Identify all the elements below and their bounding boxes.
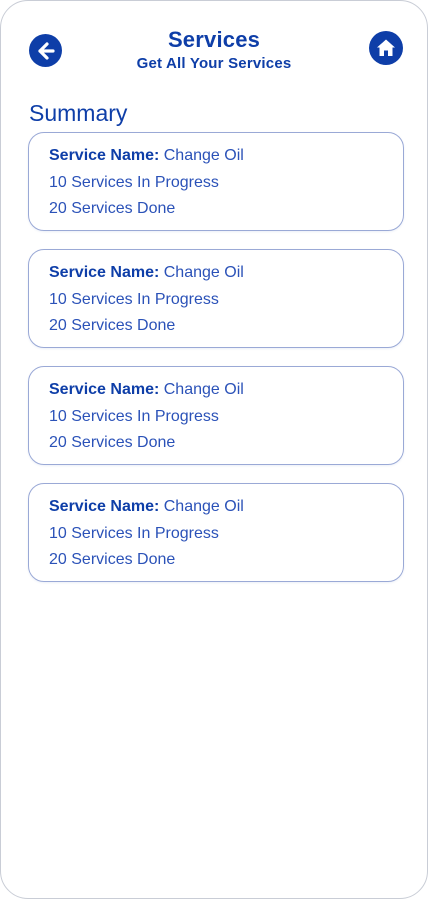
service-card[interactable]: Service Name: Change Oil 10 Services In … — [28, 132, 404, 231]
done-count: 20 Services Done — [49, 317, 176, 334]
page-subtitle: Get All Your Services — [136, 55, 292, 72]
in-progress-count: 10 Services In Progress — [49, 407, 219, 425]
service-name-label: Service Name: — [49, 498, 160, 515]
service-name-line: Service Name: Change Oil — [49, 143, 403, 170]
service-card[interactable]: Service Name: Change Oil 10 Services In … — [28, 249, 404, 348]
screen: Services Get All Your Services Summary S… — [0, 0, 428, 899]
service-name-value: Change Oil — [163, 264, 244, 281]
service-name-value: Change Oil — [163, 498, 244, 515]
in-progress-count: 10 Services In Progress — [49, 524, 219, 542]
summary-heading: Summary — [29, 100, 128, 126]
service-name-label: Service Name: — [49, 147, 160, 164]
service-card[interactable]: Service Name: Change Oil 10 Services In … — [28, 366, 404, 465]
service-name-line: Service Name: Change Oil — [49, 260, 403, 287]
done-count: 20 Services Done — [49, 200, 176, 217]
done-count: 20 Services Done — [49, 551, 176, 568]
page-title: Services — [167, 27, 261, 52]
service-card[interactable]: Service Name: Change Oil 10 Services In … — [28, 483, 404, 582]
service-name-value: Change Oil — [163, 381, 244, 398]
in-progress-count: 10 Services In Progress — [49, 290, 219, 308]
service-name-value: Change Oil — [163, 147, 244, 164]
service-name-line: Service Name: Change Oil — [49, 494, 403, 521]
header: Services Get All Your Services — [1, 1, 427, 91]
in-progress-count: 10 Services In Progress — [49, 173, 219, 191]
home-button[interactable] — [369, 31, 403, 65]
service-name-label: Service Name: — [49, 381, 160, 398]
home-icon — [377, 39, 395, 56]
done-count: 20 Services Done — [49, 434, 176, 451]
service-name-label: Service Name: — [49, 264, 160, 281]
service-name-line: Service Name: Change Oil — [49, 377, 403, 404]
